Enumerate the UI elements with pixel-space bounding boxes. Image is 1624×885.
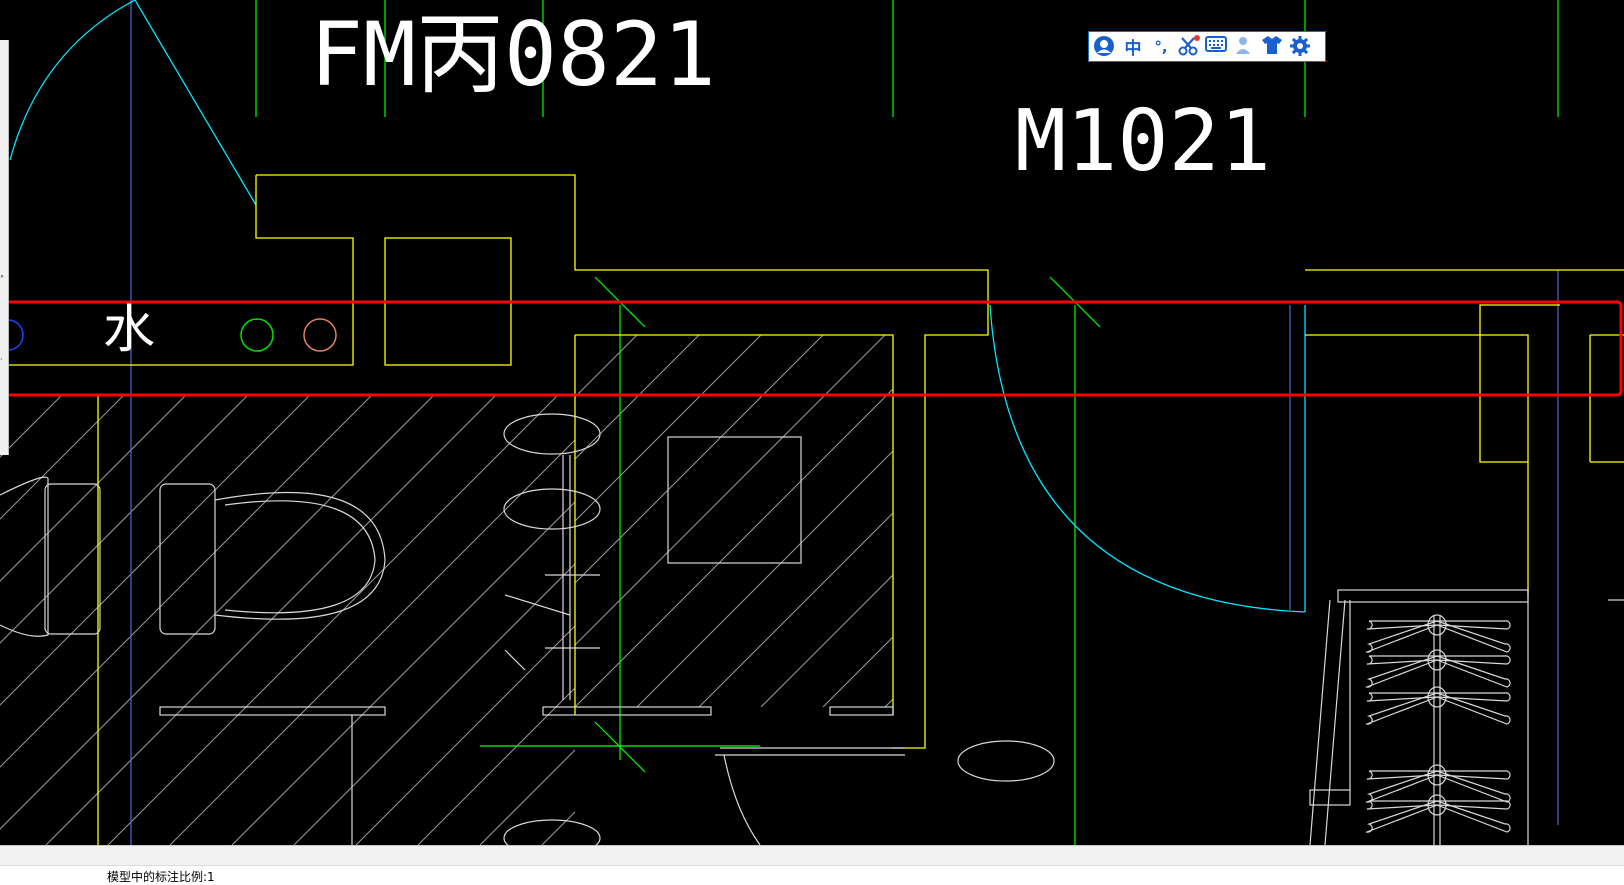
hatch-line (575, 335, 576, 336)
cad-drawing-canvas[interactable]: FM丙0821 M1021 水 ° · 中 °, (0, 0, 1624, 845)
hatch-line (760, 574, 893, 707)
hatch-line (107, 395, 559, 845)
notification-dot (1194, 34, 1200, 41)
hatch-line (636, 450, 893, 707)
orange-circle-symbol (303, 318, 337, 352)
cad-drawing: FM丙0821 M1021 水 (0, 0, 1624, 845)
walls-yellow (0, 174, 1624, 845)
clothes-hangers (1365, 614, 1511, 833)
command-line-area[interactable]: 模型中的标注比例:1 (0, 865, 1624, 885)
hatch-line (0, 395, 435, 830)
hatch-line (0, 395, 311, 706)
hatch-line (575, 388, 893, 707)
water-label: 水 (103, 300, 155, 360)
hatch-line (293, 563, 575, 845)
hatch-line (169, 439, 575, 845)
hatch-line (0, 395, 125, 520)
hatch-line (822, 636, 893, 707)
green-circle-symbol (240, 318, 274, 352)
hatch-line (698, 512, 893, 707)
door-label-m1021: M1021 (1015, 92, 1271, 191)
hatch-line (575, 335, 886, 646)
axis-lines (255, 0, 1559, 845)
hatch-line (45, 395, 497, 845)
hatch-pattern (0, 335, 1054, 845)
user-avatar-icon[interactable] (1093, 35, 1117, 59)
punctuation-icon[interactable]: °, (1149, 35, 1173, 59)
left-panel-edge[interactable]: ° · (0, 40, 9, 455)
settings-gear-icon[interactable] (1289, 35, 1313, 59)
door-label-fm0821: FM丙0821 (310, 3, 716, 106)
keyboard-icon[interactable] (1205, 35, 1229, 59)
hatch-line (231, 501, 575, 845)
splitter-bar[interactable] (0, 845, 1624, 866)
chinese-mode-toggle[interactable]: 中 (1121, 35, 1145, 59)
hatch-line (604, 395, 1054, 845)
person-icon[interactable] (1233, 35, 1257, 59)
hatch-line (575, 335, 638, 398)
hatch-line (0, 395, 187, 582)
highlight-rectangle (1, 300, 1623, 397)
skin-shirt-icon[interactable] (1261, 35, 1285, 59)
hatch-line (479, 749, 575, 845)
hatch-line (0, 395, 63, 458)
scissors-icon[interactable] (1177, 34, 1201, 59)
hatch-line (0, 395, 249, 644)
command-history-text: 模型中的标注比例:1 (107, 870, 215, 884)
ime-toolbar[interactable]: 中 °, (1088, 31, 1326, 62)
fixtures (0, 413, 1624, 845)
hatch-line (355, 625, 575, 845)
blue-circle-symbol (7, 319, 24, 351)
